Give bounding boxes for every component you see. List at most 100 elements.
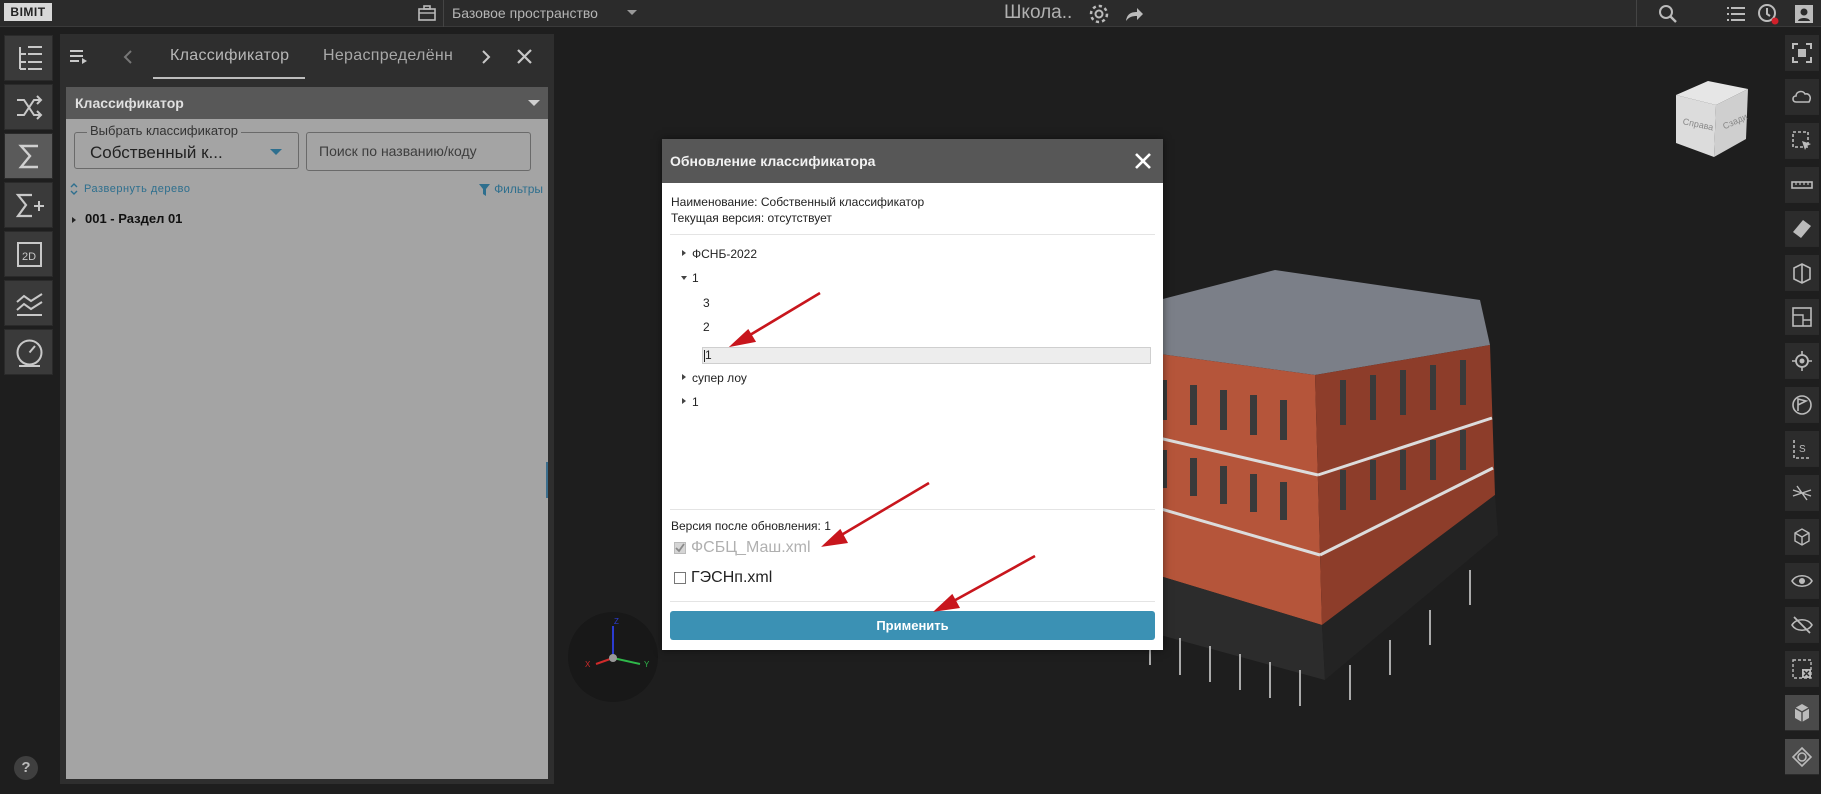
- close-icon[interactable]: [516, 48, 533, 65]
- caret-right-icon[interactable]: [682, 398, 686, 404]
- filters-link[interactable]: Фильтры: [479, 182, 543, 196]
- share-icon[interactable]: [1122, 2, 1146, 26]
- cloud-button[interactable]: [1785, 79, 1819, 115]
- version-child-node[interactable]: 2: [703, 320, 710, 334]
- section-box-icon: [1793, 263, 1811, 284]
- expand-tree-label: Развернуть дерево: [84, 183, 191, 195]
- select-area-button[interactable]: [1785, 123, 1819, 159]
- flag-button[interactable]: [1785, 387, 1819, 423]
- filter-icon: [479, 183, 491, 196]
- target-icon: [1792, 351, 1812, 371]
- focus-icon: [1792, 43, 1812, 63]
- caret-right-icon[interactable]: [682, 250, 686, 256]
- tab-unassigned[interactable]: Нераспределённ: [323, 46, 453, 66]
- axis-x-label: X: [585, 660, 591, 669]
- classifier-name: Наименование: Собственный классификатор: [671, 195, 925, 209]
- navigation-cube[interactable]: Справа Сзади: [1668, 77, 1752, 161]
- shuffle-button[interactable]: [4, 84, 53, 130]
- close-icon[interactable]: [1131, 149, 1155, 173]
- chevron-left-icon[interactable]: [123, 49, 133, 65]
- version-node[interactable]: 1: [692, 271, 699, 285]
- target-button[interactable]: [1785, 343, 1819, 379]
- apply-button[interactable]: Применить: [670, 611, 1155, 640]
- sum-button[interactable]: [4, 133, 53, 179]
- notification-icon[interactable]: [1756, 2, 1780, 26]
- panel-resize-handle[interactable]: [546, 462, 548, 498]
- active-tab-indicator: [153, 77, 305, 79]
- section-plane-icon: [1793, 220, 1811, 238]
- caret-down-icon[interactable]: [681, 276, 687, 280]
- orbit-button[interactable]: [1785, 739, 1819, 775]
- select-label: Выбрать классификатор: [87, 124, 242, 138]
- cube-icon: [1794, 528, 1810, 546]
- version-child-node[interactable]: 3: [703, 296, 710, 310]
- briefcase-icon[interactable]: [416, 2, 438, 24]
- tab-classifier[interactable]: Классификатор: [170, 46, 289, 66]
- workspace-select[interactable]: Базовое пространство: [452, 3, 598, 23]
- file-checkbox[interactable]: [674, 572, 686, 584]
- axis-gizmo: Z Y X: [568, 612, 658, 702]
- panel-tabs: Классификатор Нераспределённ: [60, 34, 554, 80]
- new-version-input[interactable]: 1: [702, 347, 1151, 364]
- tree-item[interactable]: 001 - Раздел 01: [72, 212, 182, 226]
- chart-button[interactable]: [4, 280, 53, 326]
- sigma-plus-icon: [15, 193, 44, 218]
- current-version: Текущая версия: отсутствует: [671, 211, 832, 225]
- expand-icon: [70, 183, 78, 196]
- file-label: ФСБЦ_Маш.xml: [691, 539, 811, 556]
- gauge-icon: [16, 339, 43, 367]
- classifier-section-header[interactable]: Классификатор: [66, 87, 548, 119]
- 2d-icon: 2D: [17, 242, 42, 267]
- dialog-title: Обновление классификатора: [670, 153, 876, 169]
- svg-text:S: S: [1799, 444, 1806, 455]
- measure-button[interactable]: S: [1785, 431, 1819, 467]
- focus-button[interactable]: [1785, 35, 1819, 71]
- top-bar: BIMIT Базовое пространство Школа..: [0, 0, 1821, 27]
- gauge-button[interactable]: [4, 329, 53, 375]
- app-logo: BIMIT: [4, 3, 52, 21]
- tree-structure-button[interactable]: [4, 35, 53, 81]
- select-value: Собственный к...: [90, 143, 223, 162]
- sum-plus-button[interactable]: [4, 182, 53, 228]
- search-input[interactable]: [319, 143, 519, 159]
- isolate-button[interactable]: [1785, 519, 1819, 555]
- search-icon[interactable]: [1656, 2, 1680, 26]
- chevron-down-icon[interactable]: [626, 7, 638, 19]
- version-after-update: Версия после обновления: 1: [671, 519, 831, 533]
- chevron-right-icon[interactable]: [481, 49, 491, 65]
- ruler-button[interactable]: [1785, 167, 1819, 203]
- show-button[interactable]: [1785, 563, 1819, 599]
- project-title: Школа..: [1004, 2, 1073, 23]
- 2d-drawing-button[interactable]: 2D: [4, 231, 53, 277]
- menu-icon[interactable]: [70, 48, 88, 64]
- divider: [670, 601, 1155, 602]
- search-field[interactable]: [306, 132, 531, 171]
- select-area-icon: [1792, 131, 1811, 150]
- gear-icon[interactable]: [1087, 2, 1111, 26]
- version-node[interactable]: ФСНБ-2022: [692, 247, 757, 261]
- line-chart-icon: [16, 293, 43, 316]
- user-icon[interactable]: [1792, 2, 1816, 26]
- expand-tree-link[interactable]: Развернуть дерево: [70, 182, 190, 196]
- sigma-icon: [18, 144, 38, 169]
- chevron-down-icon[interactable]: [528, 100, 540, 106]
- panel-body: Классификатор Выбрать классификатор Собс…: [66, 87, 548, 779]
- list-icon[interactable]: [1724, 2, 1748, 26]
- 3d-view-button[interactable]: [1785, 695, 1819, 731]
- axis-y-label: Y: [644, 660, 650, 669]
- help-button[interactable]: ?: [14, 756, 38, 780]
- new-version-value: 1: [705, 348, 712, 362]
- axis-z-label: Z: [614, 617, 619, 626]
- measure-icon: S: [1793, 440, 1811, 459]
- section-box-button[interactable]: [1785, 255, 1819, 291]
- classifier-select[interactable]: Выбрать классификатор Собственный к...: [74, 124, 299, 169]
- version-node[interactable]: супер лоу: [692, 371, 747, 385]
- section-plane-button[interactable]: [1785, 211, 1819, 247]
- hide-button[interactable]: [1785, 607, 1819, 643]
- version-node[interactable]: 1: [692, 395, 699, 409]
- remove-selection-button[interactable]: [1785, 651, 1819, 687]
- floor-plan-button[interactable]: [1785, 299, 1819, 335]
- caret-right-icon[interactable]: [682, 374, 686, 380]
- clip-button[interactable]: [1785, 475, 1819, 511]
- caret-right-icon[interactable]: [72, 216, 76, 223]
